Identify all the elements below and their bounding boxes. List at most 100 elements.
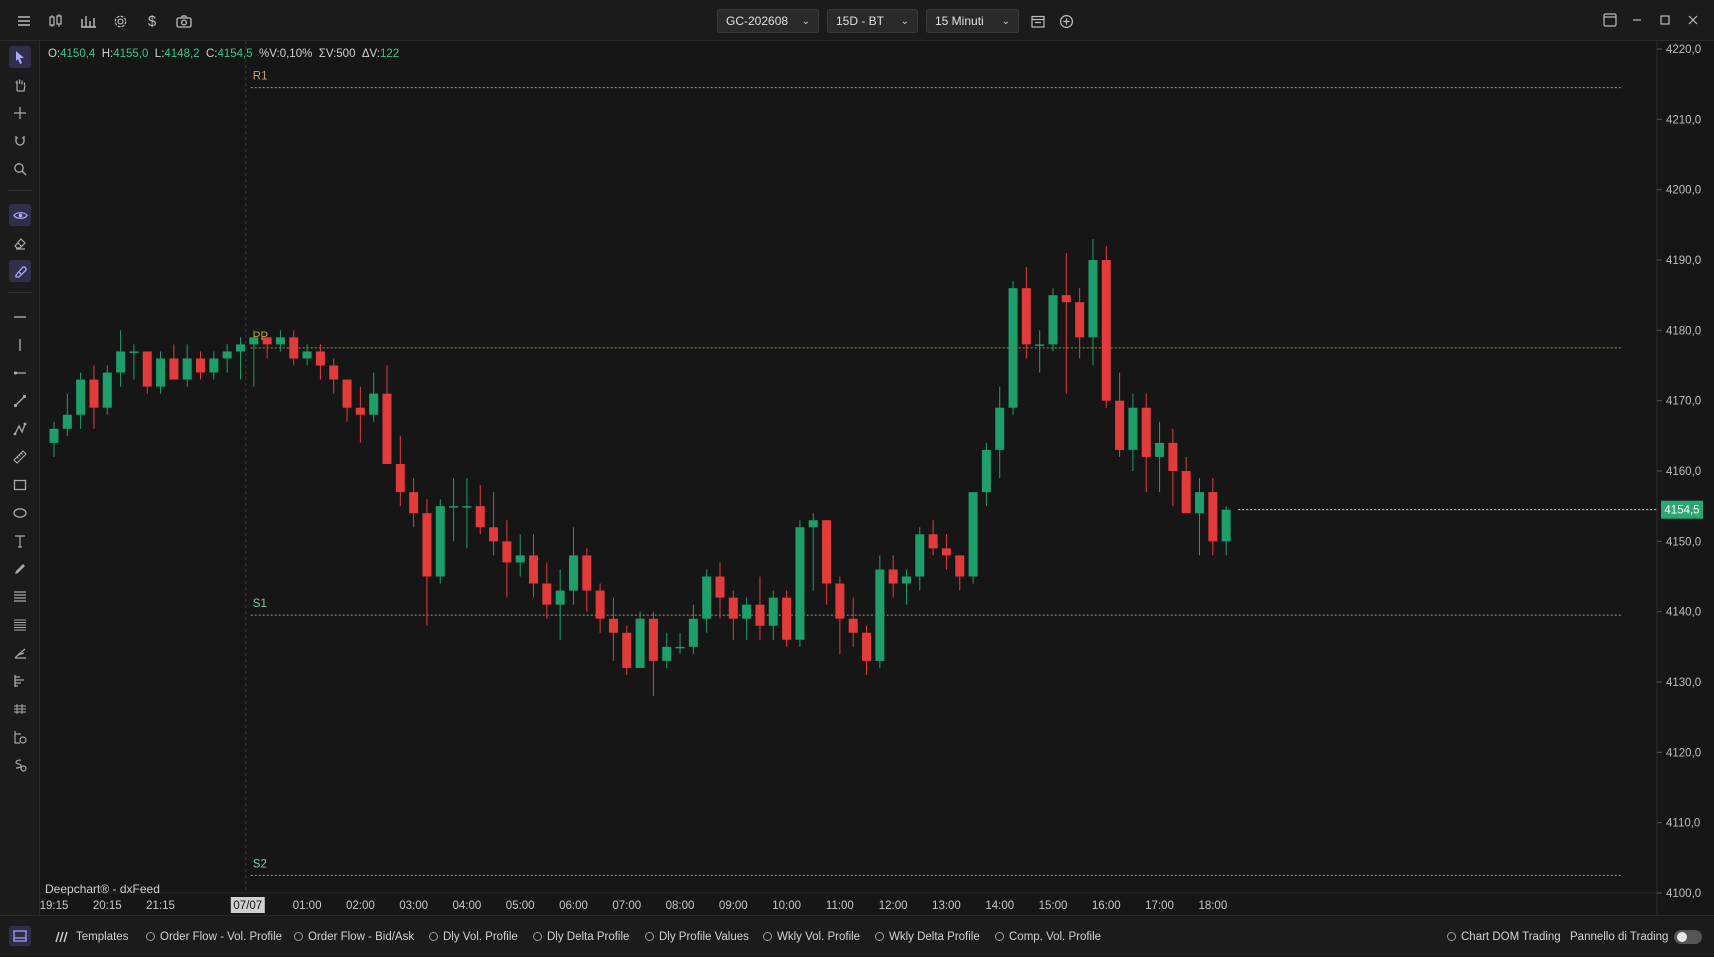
eraser-icon[interactable]	[9, 232, 31, 254]
x-tick-label: 05:00	[506, 900, 535, 912]
ellipse-icon[interactable]	[9, 502, 31, 524]
candle	[635, 618, 645, 668]
template-label: Dly Vol. Profile	[443, 930, 518, 943]
radio-icon	[429, 932, 438, 941]
magnet-icon[interactable]	[9, 130, 31, 152]
vertical-line-icon[interactable]	[9, 334, 31, 356]
gear-icon[interactable]	[109, 10, 131, 32]
short-position-icon[interactable]	[9, 754, 31, 776]
template-wkly-delta-profile[interactable]: Wkly Delta Profile	[875, 916, 980, 957]
y-tick-label: 4130,0	[1666, 677, 1701, 689]
volume-profile-icon[interactable]	[9, 670, 31, 692]
candle	[928, 534, 938, 549]
ray-icon[interactable]	[9, 362, 31, 384]
candle	[235, 344, 245, 352]
candle	[1195, 492, 1205, 514]
candle	[62, 414, 72, 429]
layout-icon[interactable]	[1600, 10, 1620, 30]
candles-icon[interactable]	[45, 10, 67, 32]
templates-button[interactable]: Templates	[54, 916, 128, 957]
x-tick-label: 06:00	[559, 900, 588, 912]
template-dly-delta-profile[interactable]: Dly Delta Profile	[533, 916, 629, 957]
trading-panel-toggle[interactable]	[1674, 930, 1702, 944]
candle	[582, 555, 592, 591]
magnet-lock-icon[interactable]	[9, 260, 31, 282]
candle	[1181, 471, 1191, 514]
price-chart[interactable]: 4100,0 4110,0 4120,0 4130,0 4140,0 4150,0 4160…	[40, 41, 1714, 915]
candle	[49, 428, 59, 443]
candle	[968, 492, 978, 577]
text-icon[interactable]	[9, 530, 31, 552]
drawing-toolbar	[0, 41, 40, 915]
zoom-icon[interactable]	[9, 158, 31, 180]
pencil-icon[interactable]	[9, 558, 31, 580]
rectangle-icon[interactable]	[9, 474, 31, 496]
candle	[182, 358, 192, 380]
data-feed-watermark: Deepchart® - dxFeed	[45, 882, 160, 896]
chevron-down-icon: ⌄	[801, 15, 810, 27]
x-tick-label: 11:00	[826, 900, 854, 912]
polyline-icon[interactable]	[9, 418, 31, 440]
candle	[808, 520, 818, 528]
candle	[835, 583, 845, 619]
candle	[822, 520, 832, 584]
pitchfork-icon[interactable]	[9, 642, 31, 664]
menu-icon[interactable]	[13, 10, 35, 32]
symbol-value: GC-202608	[726, 14, 789, 28]
trendline-icon[interactable]	[9, 390, 31, 412]
radio-icon	[995, 932, 1004, 941]
candle	[622, 632, 632, 668]
ruler-icon[interactable]	[9, 446, 31, 468]
candle	[76, 379, 86, 415]
dollar-icon[interactable]: $	[141, 10, 163, 32]
panel-toggle-icon[interactable]	[9, 926, 31, 946]
eye-icon[interactable]	[9, 204, 31, 226]
cursor-icon[interactable]	[9, 46, 31, 68]
template-label: Wkly Vol. Profile	[777, 930, 861, 943]
candle	[848, 618, 858, 633]
x-tick-label: 04:00	[453, 900, 482, 912]
chart-dom-trading-option[interactable]: Chart DOM Trading	[1447, 916, 1561, 957]
templates-bar: Templates Order Flow - Vol. Profile Orde…	[0, 915, 1714, 956]
timeframe-select[interactable]: 15 Minuti ⌄	[926, 9, 1019, 33]
camera-icon[interactable]	[173, 10, 195, 32]
add-circle-icon[interactable]	[1055, 10, 1077, 32]
fib-ext-icon[interactable]	[9, 614, 31, 636]
template-dly-vol-profile[interactable]: Dly Vol. Profile	[429, 916, 518, 957]
calendar-icon[interactable]	[1027, 10, 1049, 32]
position-icon[interactable]	[9, 726, 31, 748]
template-comp-vol-profile[interactable]: Comp. Vol. Profile	[995, 916, 1101, 957]
fib-icon[interactable]	[9, 586, 31, 608]
symbol-select[interactable]: GC-202608 ⌄	[717, 9, 819, 33]
top-toolbar: $ GC-202608 ⌄ 15D - BT ⌄ 15 Minuti ⌄	[0, 0, 1714, 41]
candle	[489, 527, 499, 542]
bars-icon[interactable]	[77, 10, 99, 32]
chevron-down-icon: ⌄	[1001, 15, 1010, 27]
template-order-flow-bid-ask[interactable]: Order Flow - Bid/Ask	[294, 916, 414, 957]
chevron-down-icon: ⌄	[900, 15, 909, 27]
template-order-flow-vol-profile[interactable]: Order Flow - Vol. Profile	[146, 916, 282, 957]
minimize-icon[interactable]	[1627, 10, 1647, 30]
gann-icon[interactable]	[9, 698, 31, 720]
candle	[862, 632, 872, 661]
template-label: Order Flow - Vol. Profile	[160, 930, 283, 943]
template-wkly-vol-profile[interactable]: Wkly Vol. Profile	[763, 916, 860, 957]
candle	[395, 463, 405, 493]
crosshair-icon[interactable]	[9, 102, 31, 124]
candle	[475, 506, 485, 528]
template-dly-profile-values[interactable]: Dly Profile Values	[645, 916, 749, 957]
candle	[302, 351, 312, 359]
hand-icon[interactable]	[9, 74, 31, 96]
close-icon[interactable]	[1683, 10, 1703, 30]
maximize-icon[interactable]	[1655, 10, 1675, 30]
candle	[342, 379, 352, 408]
candle	[542, 583, 552, 605]
x-tick-label: 19:15	[40, 900, 68, 912]
candle	[262, 337, 272, 345]
horizontal-line-icon[interactable]	[9, 306, 31, 328]
range-select[interactable]: 15D - BT ⌄	[827, 9, 918, 33]
candle	[688, 618, 698, 647]
candle	[1088, 260, 1098, 338]
open-label: O:	[48, 48, 61, 60]
candle	[995, 407, 1005, 450]
